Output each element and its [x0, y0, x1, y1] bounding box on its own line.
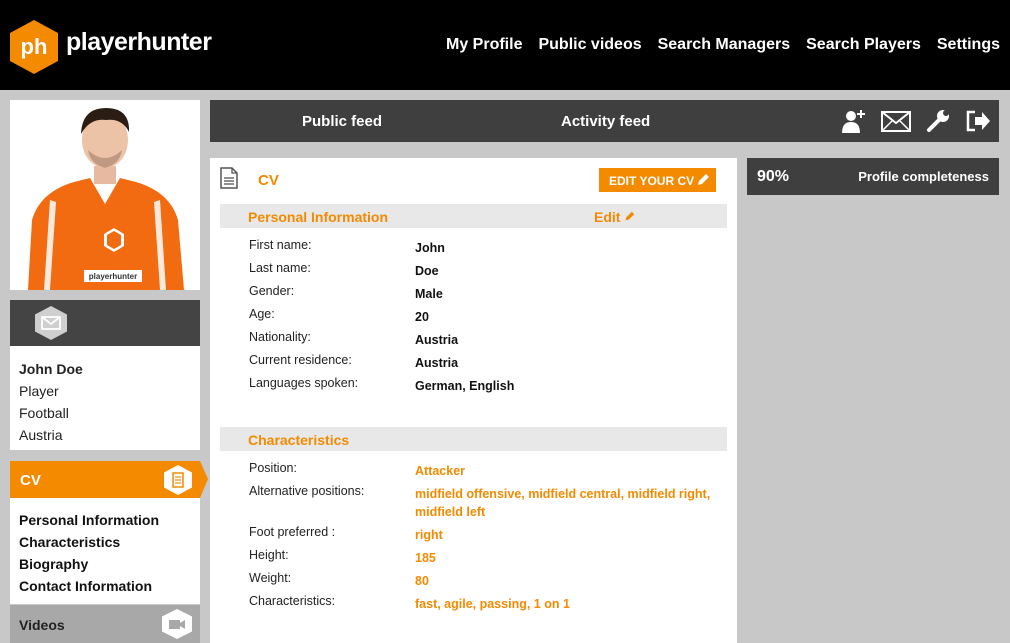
- row-label: Age:: [249, 307, 275, 321]
- document-hex-icon: [164, 465, 192, 495]
- cv-panel: CV EDIT YOUR CV Personal Information Edi…: [210, 158, 737, 643]
- cv-tab[interactable]: CV: [10, 461, 208, 498]
- row-value: right: [415, 528, 443, 542]
- profile-role: Player: [19, 383, 59, 399]
- row-value: 20: [415, 310, 429, 324]
- add-user-icon[interactable]: [841, 108, 867, 134]
- row-value: Austria: [415, 333, 459, 347]
- row-label: Weight:: [249, 571, 292, 585]
- edit-cv-label: EDIT YOUR CV: [609, 174, 695, 188]
- row-label: Last name:: [249, 261, 311, 275]
- feed-bar: Public feed Activity feed: [210, 100, 999, 142]
- cv-menu: Personal Information Characteristics Bio…: [10, 498, 200, 604]
- cv-menu-biography[interactable]: Biography: [19, 553, 191, 575]
- avatar: playerhunter: [10, 100, 200, 290]
- row-value: Attacker: [415, 464, 466, 478]
- row-value: John: [415, 241, 445, 255]
- logout-icon[interactable]: [965, 108, 991, 134]
- brand-name[interactable]: playerhunter: [66, 28, 212, 57]
- edit-personal-info-link[interactable]: Edit: [594, 209, 635, 225]
- profile-completeness[interactable]: 90% Profile completeness: [747, 158, 999, 195]
- row-value: fast, agile, passing, 1 on 1: [415, 597, 570, 611]
- pencil-icon: [625, 211, 635, 221]
- row-value: German, English: [415, 379, 515, 393]
- profile-info: John Doe Player Football Austria: [10, 346, 200, 450]
- row-value: Doe: [415, 264, 439, 278]
- row-value: Austria: [415, 356, 459, 370]
- nav-search-managers[interactable]: Search Managers: [658, 36, 791, 54]
- characteristics-header: Characteristics: [220, 427, 727, 451]
- row-label: Position:: [249, 461, 297, 475]
- top-header: ph playerhunter My Profile Public videos…: [0, 0, 1010, 90]
- characteristics-title: Characteristics: [248, 432, 350, 448]
- row-label: Characteristics:: [249, 594, 336, 608]
- personal-info-title: Personal Information: [248, 209, 389, 225]
- nav-search-players[interactable]: Search Players: [806, 36, 921, 54]
- cv-tab-label: CV: [20, 472, 41, 489]
- wrench-icon[interactable]: [925, 108, 951, 134]
- tab-arrow: [200, 461, 208, 498]
- cv-menu-personal-information[interactable]: Personal Information: [19, 509, 191, 531]
- edit-cv-button[interactable]: EDIT YOUR CV: [599, 168, 716, 192]
- cv-title: CV: [258, 172, 279, 189]
- cv-menu-contact-information[interactable]: Contact Information: [19, 575, 191, 597]
- row-label: Nationality:: [249, 330, 311, 344]
- videos-tab-label: Videos: [19, 617, 65, 633]
- row-label: Languages spoken:: [249, 376, 359, 390]
- nav-my-profile[interactable]: My Profile: [446, 36, 522, 54]
- logo-icon[interactable]: ph: [10, 20, 58, 74]
- tab-activity-feed[interactable]: Activity feed: [561, 113, 650, 130]
- profile-country: Austria: [19, 427, 63, 443]
- videos-tab[interactable]: Videos: [10, 605, 200, 643]
- svg-text:playerhunter: playerhunter: [89, 272, 137, 281]
- svg-text:ph: ph: [21, 34, 48, 59]
- video-camera-icon: [162, 609, 192, 639]
- row-label: First name:: [249, 238, 312, 252]
- main-nav: My Profile Public videos Search Managers…: [430, 36, 1000, 54]
- row-value: 185: [415, 551, 436, 565]
- row-label: Height:: [249, 548, 289, 562]
- completeness-label: Profile completeness: [858, 169, 989, 184]
- cv-menu-characteristics[interactable]: Characteristics: [19, 531, 191, 553]
- tab-public-feed[interactable]: Public feed: [302, 113, 382, 130]
- nav-public-videos[interactable]: Public videos: [538, 36, 641, 54]
- personal-info-header: Personal Information Edit: [220, 204, 727, 228]
- profile-name: John Doe: [19, 361, 83, 377]
- completeness-percent: 90%: [757, 168, 790, 185]
- profile-photo[interactable]: playerhunter: [10, 100, 200, 290]
- document-icon: [220, 167, 238, 189]
- nav-settings[interactable]: Settings: [937, 36, 1000, 54]
- mail-icon[interactable]: [881, 108, 911, 134]
- row-label: Current residence:: [249, 353, 352, 367]
- row-value: 80: [415, 574, 429, 588]
- row-value: midfield offensive, midfield central, mi…: [415, 487, 711, 519]
- row-value: Male: [415, 287, 443, 301]
- message-icon[interactable]: [34, 306, 68, 340]
- feed-actions: [841, 108, 991, 134]
- row-label: Foot preferred :: [249, 525, 336, 539]
- row-label: Gender:: [249, 284, 295, 298]
- profile-sport: Football: [19, 405, 69, 421]
- edit-label: Edit: [594, 209, 621, 225]
- row-label: Alternative positions:: [249, 484, 365, 498]
- pencil-icon: [698, 174, 709, 185]
- message-bar: [10, 300, 200, 346]
